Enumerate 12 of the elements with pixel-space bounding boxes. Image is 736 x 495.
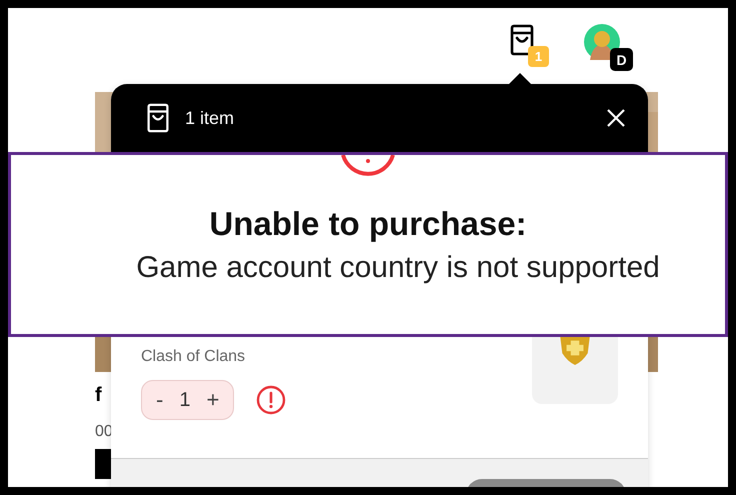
error-message: Game account country is not supported — [136, 251, 660, 285]
product-title: f — [95, 384, 102, 407]
dark-panel — [95, 449, 111, 479]
close-icon[interactable] — [606, 108, 626, 128]
quantity-value: 1 — [178, 388, 192, 412]
decrement-button[interactable]: - — [152, 387, 168, 413]
error-title: Unable to purchase: — [209, 205, 527, 243]
user-initial-badge: D — [610, 48, 633, 71]
increment-button[interactable]: + — [202, 387, 224, 413]
game-name: Clash of Clans — [141, 348, 246, 366]
cart-count-badge: 1 — [528, 46, 549, 67]
cart-title: 1 item — [185, 108, 234, 128]
